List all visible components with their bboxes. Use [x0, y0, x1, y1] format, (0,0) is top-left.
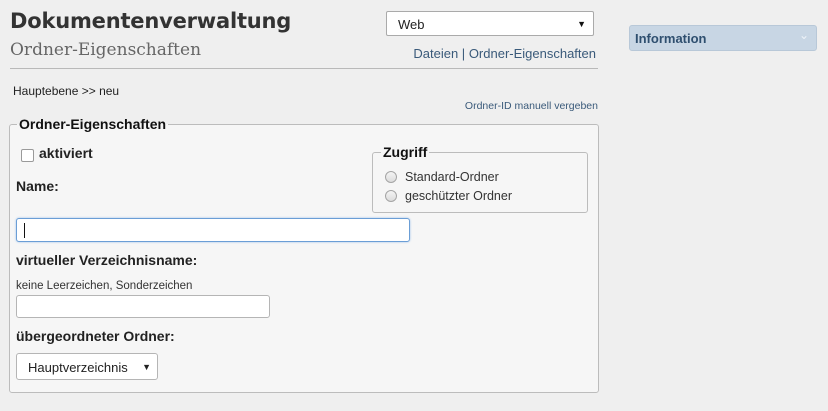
folder-properties-link[interactable]: Ordner-Eigenschaften — [469, 46, 596, 61]
page-subtitle: Ordner-Eigenschaften — [10, 40, 202, 60]
information-title: Information — [635, 31, 707, 46]
header-divider — [10, 68, 598, 69]
activated-checkbox[interactable] — [21, 149, 34, 162]
dropdown-arrow-icon: ▼ — [577, 19, 586, 29]
parent-folder-select[interactable]: Hauptverzeichnis ▼ — [16, 353, 158, 380]
virtual-name-input[interactable] — [16, 295, 270, 318]
page-title: Dokumentenverwaltung — [10, 9, 292, 33]
manual-id-link[interactable]: Ordner-ID manuell vergeben — [465, 100, 598, 112]
name-label: Name: — [16, 178, 59, 194]
text-caret — [24, 223, 25, 238]
site-select-value: Web — [398, 17, 425, 32]
site-select[interactable]: Web ▼ — [386, 11, 594, 36]
parent-folder-label: übergeordneter Ordner: — [16, 328, 175, 344]
virtual-name-hint: keine Leerzeichen, Sonderzeichen — [16, 280, 193, 292]
protected-folder-label: geschützter Ordner — [405, 189, 512, 203]
breadcrumb: Hauptebene >> neu — [13, 84, 120, 98]
standard-folder-label: Standard-Ordner — [405, 170, 499, 184]
protected-folder-radio[interactable] — [385, 190, 397, 202]
name-input[interactable] — [16, 218, 410, 242]
parent-folder-value: Hauptverzeichnis — [28, 360, 128, 375]
folder-properties-legend: Ordner-Eigenschaften — [19, 116, 167, 132]
activated-label: aktiviert — [39, 145, 93, 161]
virtual-name-label: virtueller Verzeichnisname: — [16, 252, 198, 268]
information-panel-header[interactable]: Information ⌄ — [629, 25, 817, 51]
files-link[interactable]: Dateien — [413, 46, 458, 61]
chevron-down-icon[interactable]: ⌄ — [799, 28, 809, 42]
link-separator: | — [461, 46, 466, 61]
standard-folder-radio[interactable] — [385, 171, 397, 183]
access-legend: Zugriff — [383, 144, 428, 160]
dropdown-arrow-icon: ▼ — [142, 362, 151, 372]
header-links: Dateien | Ordner-Eigenschaften — [413, 46, 596, 61]
